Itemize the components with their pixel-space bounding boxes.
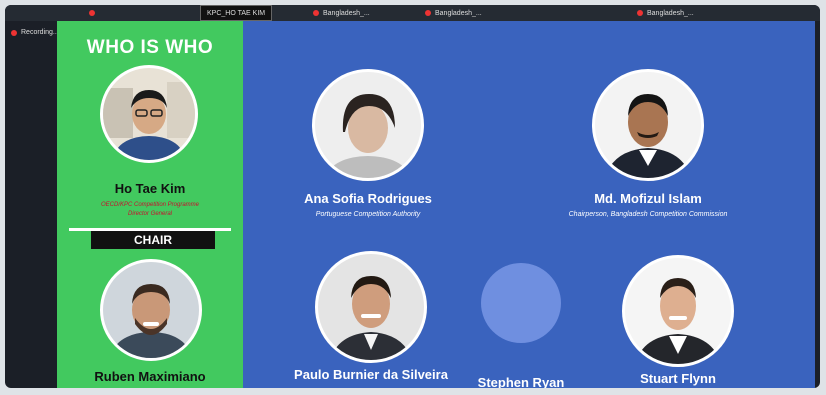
participant-thumb[interactable]: Bangladesh_... bbox=[313, 6, 370, 20]
participant-thumb[interactable]: Bangladesh_... bbox=[425, 6, 482, 20]
who-is-who-sidebar: WHO IS WHO Ho Tae Kim OECD/KPC Competiti… bbox=[57, 21, 243, 388]
host-role-line: OECD/KPC Competition Programme bbox=[100, 202, 200, 208]
participant-thumb[interactable] bbox=[89, 6, 95, 20]
panelist-photo bbox=[622, 255, 734, 367]
chair-photo bbox=[100, 259, 202, 361]
panelist-photo bbox=[312, 69, 424, 181]
person-portrait-icon bbox=[315, 72, 421, 178]
chair-badge: CHAIR bbox=[91, 231, 215, 249]
shared-slide: WHO IS WHO Ho Tae Kim OECD/KPC Competiti… bbox=[57, 21, 815, 388]
panelist-name: Stephen Ryan bbox=[477, 375, 565, 388]
mic-icon bbox=[637, 10, 643, 16]
participant-thumbnail-bar: KPC_HO TAE KIM Bangladesh_... Bangladesh… bbox=[5, 5, 820, 21]
recording-label: Recording... bbox=[21, 29, 59, 36]
mic-icon bbox=[313, 10, 319, 16]
video-call-screen: KPC_HO TAE KIM Bangladesh_... Bangladesh… bbox=[5, 5, 820, 388]
record-icon bbox=[11, 29, 17, 36]
panelist-name: Ana Sofia Rodrigues bbox=[304, 191, 432, 206]
panelist-role: Chairperson, Bangladesh Competition Comm… bbox=[568, 211, 728, 218]
panelist-photo bbox=[592, 69, 704, 181]
recording-indicator: Recording... bbox=[11, 29, 59, 36]
panelist-name: Md. Mofizul Islam bbox=[594, 191, 702, 206]
person-portrait-icon bbox=[318, 254, 424, 360]
participant-thumb-label: Bangladesh_... bbox=[323, 9, 370, 17]
panelist-name: Stuart Flynn bbox=[640, 371, 716, 386]
avatar-placeholder bbox=[481, 263, 561, 343]
panelist-role: Portuguese Competition Authority bbox=[315, 211, 421, 218]
host-name: Ho Tae Kim bbox=[114, 181, 186, 196]
participant-thumb-active[interactable]: KPC_HO TAE KIM bbox=[199, 5, 273, 21]
participant-thumb[interactable]: Bangladesh_... bbox=[637, 6, 694, 20]
host-photo bbox=[100, 65, 198, 163]
mic-icon bbox=[89, 10, 95, 16]
person-portrait-icon bbox=[103, 262, 199, 358]
host-role: OECD/KPC Competition Programme Director … bbox=[57, 201, 243, 219]
panelist-photo bbox=[315, 251, 427, 363]
participant-thumb-label: KPC_HO TAE KIM bbox=[207, 9, 266, 17]
mic-icon bbox=[425, 10, 431, 16]
host-role-line: Director General bbox=[127, 211, 172, 217]
participant-thumb-label: Bangladesh_... bbox=[647, 9, 694, 17]
sidebar-title: WHO IS WHO bbox=[86, 37, 214, 58]
chair-name: Ruben Maximiano bbox=[94, 369, 206, 384]
person-portrait-icon bbox=[103, 68, 195, 160]
person-portrait-icon bbox=[625, 258, 731, 364]
person-portrait-icon bbox=[595, 72, 701, 178]
participant-thumb-label: Bangladesh_... bbox=[435, 9, 482, 17]
